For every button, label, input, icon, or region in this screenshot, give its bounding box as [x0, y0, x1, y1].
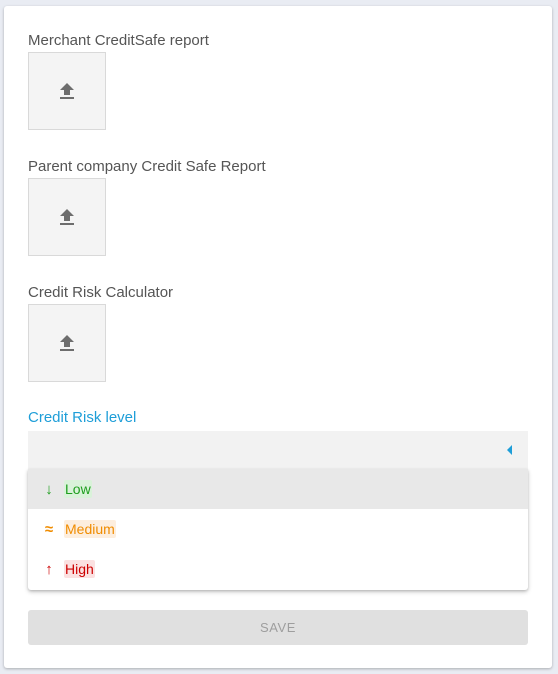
option-high-label: High [64, 560, 95, 578]
credit-risk-calculator-upload-button[interactable] [28, 304, 106, 382]
credit-risk-level-select[interactable] [28, 431, 528, 469]
parent-company-report-label: Parent company Credit Safe Report [28, 158, 266, 175]
approx-icon: ≈ [44, 520, 54, 538]
caret-left-icon [507, 445, 512, 455]
form-card: Merchant CreditSafe report Parent compan… [4, 6, 552, 668]
parent-company-report-upload-button[interactable] [28, 178, 106, 256]
merchant-report-label: Merchant CreditSafe report [28, 32, 209, 49]
option-high[interactable]: ↑ High [28, 549, 528, 589]
option-medium-label: Medium [64, 520, 116, 538]
upload-icon [55, 79, 79, 103]
credit-risk-level-label: Credit Risk level [28, 409, 137, 426]
upload-icon [55, 331, 79, 355]
arrow-down-icon: ↓ [45, 480, 53, 498]
merchant-report-upload-button[interactable] [28, 52, 106, 130]
save-button[interactable]: SAVE [28, 610, 528, 645]
risk-level-dropdown-menu: ↓ Low ≈ Medium ↑ High [28, 469, 528, 590]
credit-risk-calculator-label: Credit Risk Calculator [28, 284, 174, 301]
upload-icon [55, 205, 79, 229]
option-low-label: Low [64, 480, 92, 498]
option-medium[interactable]: ≈ Medium [28, 509, 528, 549]
arrow-up-icon: ↑ [45, 560, 53, 578]
option-low[interactable]: ↓ Low [28, 469, 528, 509]
